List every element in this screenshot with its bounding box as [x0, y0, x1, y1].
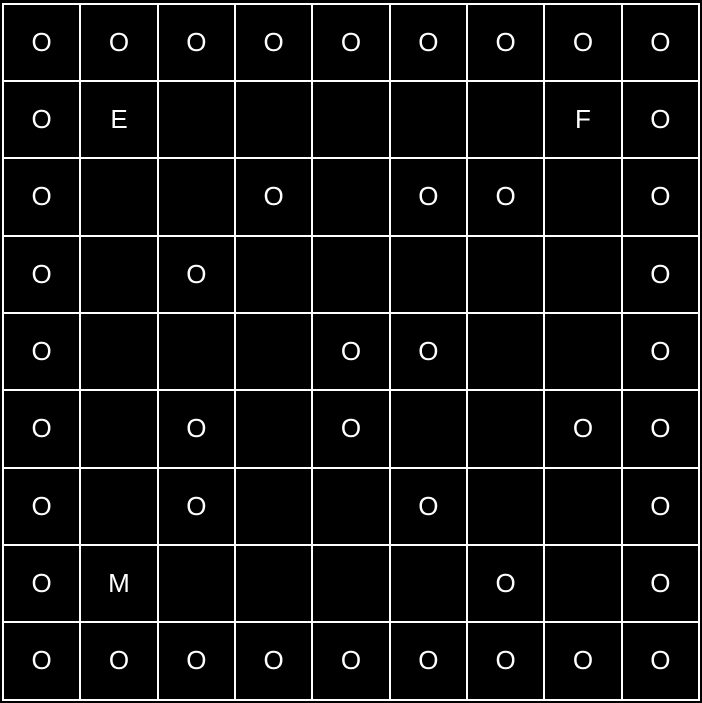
cell-obstacle[interactable]: O — [623, 237, 698, 312]
cell-empty[interactable] — [159, 546, 234, 621]
cell-obstacle[interactable]: O — [4, 469, 79, 544]
cell-obstacle[interactable]: O — [623, 159, 698, 234]
cell-empty[interactable] — [236, 546, 311, 621]
cell-empty[interactable] — [236, 237, 311, 312]
cell-obstacle[interactable]: O — [81, 623, 156, 698]
cell-empty[interactable] — [468, 469, 543, 544]
cell-obstacle[interactable]: O — [623, 314, 698, 389]
cell-empty[interactable] — [159, 159, 234, 234]
cell-empty[interactable] — [468, 237, 543, 312]
cell-empty[interactable] — [391, 391, 466, 466]
cell-empty[interactable] — [236, 314, 311, 389]
cell-empty[interactable] — [81, 469, 156, 544]
cell-obstacle[interactable]: O — [623, 469, 698, 544]
cell-empty[interactable] — [391, 82, 466, 157]
cell-empty[interactable] — [313, 546, 388, 621]
cell-obstacle[interactable]: O — [159, 237, 234, 312]
cell-obstacle[interactable]: O — [159, 5, 234, 80]
cell-obstacle[interactable]: O — [159, 469, 234, 544]
cell-empty[interactable] — [468, 391, 543, 466]
cell-empty[interactable] — [81, 159, 156, 234]
cell-obstacle[interactable]: O — [313, 391, 388, 466]
cell-obstacle[interactable]: O — [623, 5, 698, 80]
cell-obstacle[interactable]: O — [391, 623, 466, 698]
cell-obstacle[interactable]: O — [236, 623, 311, 698]
cell-obstacle[interactable]: O — [623, 391, 698, 466]
cell-empty[interactable] — [468, 82, 543, 157]
cell-empty[interactable] — [545, 159, 620, 234]
cell-empty[interactable] — [391, 237, 466, 312]
cell-obstacle[interactable]: O — [4, 546, 79, 621]
cell-empty[interactable] — [391, 546, 466, 621]
cell-obstacle[interactable]: O — [81, 5, 156, 80]
cell-empty[interactable] — [313, 469, 388, 544]
cell-empty[interactable] — [236, 391, 311, 466]
cell-empty[interactable] — [236, 469, 311, 544]
cell-mover[interactable]: M — [81, 546, 156, 621]
cell-exit[interactable]: E — [81, 82, 156, 157]
cell-obstacle[interactable]: O — [468, 159, 543, 234]
cell-empty[interactable] — [313, 237, 388, 312]
cell-obstacle[interactable]: O — [4, 82, 79, 157]
cell-obstacle[interactable]: O — [623, 546, 698, 621]
cell-obstacle[interactable]: O — [313, 623, 388, 698]
cell-obstacle[interactable]: O — [391, 314, 466, 389]
cell-empty[interactable] — [313, 82, 388, 157]
cell-empty[interactable] — [313, 159, 388, 234]
cell-obstacle[interactable]: O — [468, 546, 543, 621]
cell-obstacle[interactable]: O — [391, 5, 466, 80]
cell-obstacle[interactable]: O — [236, 5, 311, 80]
cell-obstacle[interactable]: O — [159, 391, 234, 466]
cell-empty[interactable] — [545, 546, 620, 621]
cell-empty[interactable] — [159, 82, 234, 157]
cell-obstacle[interactable]: O — [391, 159, 466, 234]
cell-empty[interactable] — [545, 314, 620, 389]
game-grid: OOOOOOOOOOEFOOOOOOOOOOOOOOOOOOOOOOOMOOOO… — [2, 3, 700, 701]
cell-empty[interactable] — [545, 237, 620, 312]
cell-obstacle[interactable]: O — [623, 82, 698, 157]
cell-obstacle[interactable]: O — [313, 5, 388, 80]
cell-empty[interactable] — [545, 469, 620, 544]
cell-obstacle[interactable]: O — [545, 391, 620, 466]
cell-empty[interactable] — [81, 314, 156, 389]
cell-empty[interactable] — [236, 82, 311, 157]
cell-obstacle[interactable]: O — [4, 5, 79, 80]
cell-obstacle[interactable]: O — [545, 5, 620, 80]
cell-obstacle[interactable]: O — [4, 237, 79, 312]
cell-obstacle[interactable]: O — [4, 623, 79, 698]
cell-obstacle[interactable]: O — [623, 623, 698, 698]
cell-empty[interactable] — [81, 391, 156, 466]
cell-obstacle[interactable]: O — [4, 159, 79, 234]
cell-obstacle[interactable]: O — [236, 159, 311, 234]
cell-obstacle[interactable]: O — [468, 5, 543, 80]
cell-empty[interactable] — [468, 314, 543, 389]
cell-flag[interactable]: F — [545, 82, 620, 157]
cell-obstacle[interactable]: O — [313, 314, 388, 389]
cell-obstacle[interactable]: O — [4, 314, 79, 389]
cell-empty[interactable] — [159, 314, 234, 389]
cell-obstacle[interactable]: O — [391, 469, 466, 544]
cell-obstacle[interactable]: O — [545, 623, 620, 698]
cell-obstacle[interactable]: O — [159, 623, 234, 698]
cell-obstacle[interactable]: O — [468, 623, 543, 698]
cell-empty[interactable] — [81, 237, 156, 312]
cell-obstacle[interactable]: O — [4, 391, 79, 466]
